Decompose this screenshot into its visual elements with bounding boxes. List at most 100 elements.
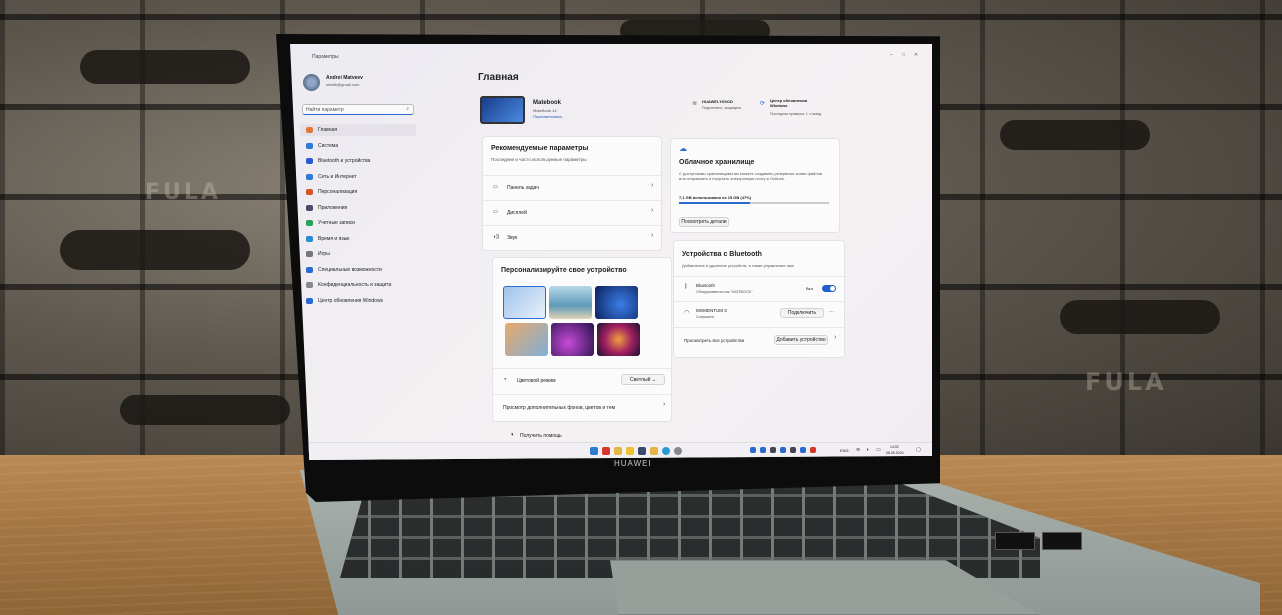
store-icon[interactable] xyxy=(638,447,646,455)
sidebar-item-label: Bluetooth и устройства xyxy=(318,158,371,164)
help-icon: ◑ xyxy=(510,432,514,438)
chevron-right-icon: › xyxy=(651,232,654,239)
photo-scene: FULA FULA HUAWEI Параметры – □ ✕ Andrei … xyxy=(0,0,1282,615)
chevron-right-icon: › xyxy=(663,401,666,408)
theme-thumbnail[interactable] xyxy=(597,323,640,356)
view-all-devices-link[interactable]: Просмотреть все устройства xyxy=(684,338,744,343)
sidebar-item[interactable]: Главная xyxy=(300,124,416,136)
update-icon: ⟳ xyxy=(760,101,766,107)
edge-icon[interactable] xyxy=(662,447,670,455)
minimize-button[interactable]: – xyxy=(890,52,893,58)
sidebar-item[interactable]: Центр обновления Windows xyxy=(300,295,416,307)
device-model: MateBook 14 xyxy=(533,108,557,113)
sidebar-item[interactable]: Персонализация xyxy=(300,186,416,198)
wall-shadow xyxy=(120,395,290,425)
sidebar-item[interactable]: Учетные записи xyxy=(300,217,416,229)
tray-icon[interactable] xyxy=(780,447,786,453)
recommended-item[interactable]: ▭ Дисплей › xyxy=(483,200,663,225)
laptop-screen: Параметры – □ ✕ Andrei Matveev srtebb@gm… xyxy=(290,44,932,460)
wall-shadow xyxy=(1060,300,1220,334)
notification-icon[interactable]: ▢ xyxy=(916,447,921,453)
sidebar-item[interactable]: Время и язык xyxy=(300,233,416,245)
recommended-subtitle: Последние и часто используемые параметры xyxy=(491,157,587,162)
bluetooth-toggle[interactable] xyxy=(822,285,836,292)
files-icon[interactable] xyxy=(650,447,658,455)
sidebar-item[interactable]: Сеть и Интернет xyxy=(300,171,416,183)
sidebar-item-label: Игры xyxy=(318,251,330,257)
start-button-icon[interactable] xyxy=(590,447,598,455)
wifi-icon: ≋ xyxy=(692,101,698,107)
add-device-button[interactable]: Добавить устройство xyxy=(774,335,828,345)
recommended-item-label: Панель задач xyxy=(507,185,539,191)
wifi-tray-icon[interactable]: ≋ xyxy=(856,447,860,453)
sidebar-item[interactable]: Система xyxy=(300,140,416,152)
sidebar-item[interactable]: Приложения xyxy=(300,202,416,214)
bluetooth-icon: ᛒ xyxy=(684,284,688,290)
browser-icon[interactable] xyxy=(602,447,610,455)
cloud-card: ☁ Облачное хранилище С доступными хранил… xyxy=(670,138,840,233)
tray-icon[interactable] xyxy=(810,447,816,453)
tray-icon[interactable] xyxy=(750,447,756,453)
get-help-link[interactable]: Получить помощь xyxy=(520,433,562,439)
wifi-name[interactable]: HUAWEI-Y6SOD xyxy=(702,99,733,104)
more-themes-row[interactable]: Просмотр дополнительных фонов, цветов и … xyxy=(493,394,673,420)
recommended-item[interactable]: ◖)) Звук › xyxy=(483,225,663,250)
palette-icon: ◔ xyxy=(503,377,507,383)
cloud-title: Облачное хранилище xyxy=(679,159,755,166)
settings-gear-icon[interactable] xyxy=(674,447,682,455)
theme-thumbnail[interactable] xyxy=(505,323,548,356)
shield-icon xyxy=(306,282,313,288)
avatar[interactable] xyxy=(303,74,320,91)
chevron-right-icon: › xyxy=(834,334,837,341)
connect-button[interactable]: Подключить xyxy=(780,308,824,318)
update-status: Последняя проверка: 1 ч назад xyxy=(770,112,822,116)
language-indicator[interactable]: ENG xyxy=(840,448,849,453)
user-name: Andrei Matveev xyxy=(326,75,363,81)
sidebar-item-label: Персонализация xyxy=(318,189,358,195)
wall-shadow xyxy=(1000,120,1150,150)
taskbar-icon: ▭ xyxy=(493,184,498,190)
clock-time[interactable]: 14:02 xyxy=(890,445,899,449)
tray-icon[interactable] xyxy=(800,447,806,453)
wall-shadow xyxy=(60,230,250,270)
speaker-tray-icon[interactable]: ◖ xyxy=(866,447,869,453)
tray-icon[interactable] xyxy=(790,447,796,453)
search-input[interactable]: Найти параметр ⌕ xyxy=(302,104,414,115)
maximize-button[interactable]: □ xyxy=(902,52,905,58)
color-mode-dropdown[interactable]: Светлый ⌄ xyxy=(621,374,665,385)
sidebar-item[interactable]: Bluetooth и устройства xyxy=(300,155,416,167)
battery-tray-icon[interactable]: ▭ xyxy=(876,447,881,453)
cloud-description: С доступными хранилищами вы можете созда… xyxy=(679,171,822,181)
theme-thumbnail[interactable] xyxy=(595,286,638,319)
tray-icon[interactable] xyxy=(770,447,776,453)
chevron-right-icon: › xyxy=(651,207,654,214)
home-icon xyxy=(306,127,313,133)
sidebar-item-label: Конфиденциальность и защита xyxy=(318,282,392,288)
sidebar-item[interactable]: Игры xyxy=(300,248,416,260)
sidebar-item-label: Учетные записи xyxy=(318,220,356,226)
cloud-icon: ☁ xyxy=(679,144,687,153)
update-title[interactable]: Центр обновления Windows xyxy=(770,98,820,108)
folder-icon[interactable] xyxy=(626,447,634,455)
brush-icon xyxy=(306,189,313,195)
sidebar-item[interactable]: Конфиденциальность и защита xyxy=(300,279,416,291)
bt-device-name: MOMENTUM 3 xyxy=(696,308,727,313)
theme-thumbnail[interactable] xyxy=(551,323,594,356)
view-details-button[interactable]: Посмотреть детали xyxy=(679,217,729,227)
rename-link[interactable]: Переименовать xyxy=(533,114,562,119)
wifi-status: Подключено, защищено xyxy=(702,106,742,110)
more-options-button[interactable]: ··· xyxy=(829,309,834,315)
tray-icon[interactable] xyxy=(760,447,766,453)
apps-icon xyxy=(306,204,313,211)
theme-thumbnail[interactable] xyxy=(503,286,546,319)
folder-icon[interactable] xyxy=(614,447,622,455)
sidebar-item[interactable]: Специальные возможности xyxy=(300,264,416,276)
wifi-icon xyxy=(306,173,313,180)
theme-thumbnail[interactable] xyxy=(549,286,592,319)
cloud-usage: 7,1 GB использовано из 15 GB (47%) xyxy=(679,195,752,200)
clock-date[interactable]: 06.09.2024 xyxy=(886,451,904,455)
close-button[interactable]: ✕ xyxy=(914,52,918,58)
chevron-right-icon: › xyxy=(651,182,654,189)
recommended-item[interactable]: ▭ Панель задач › xyxy=(483,175,663,200)
globe-icon xyxy=(306,235,313,242)
